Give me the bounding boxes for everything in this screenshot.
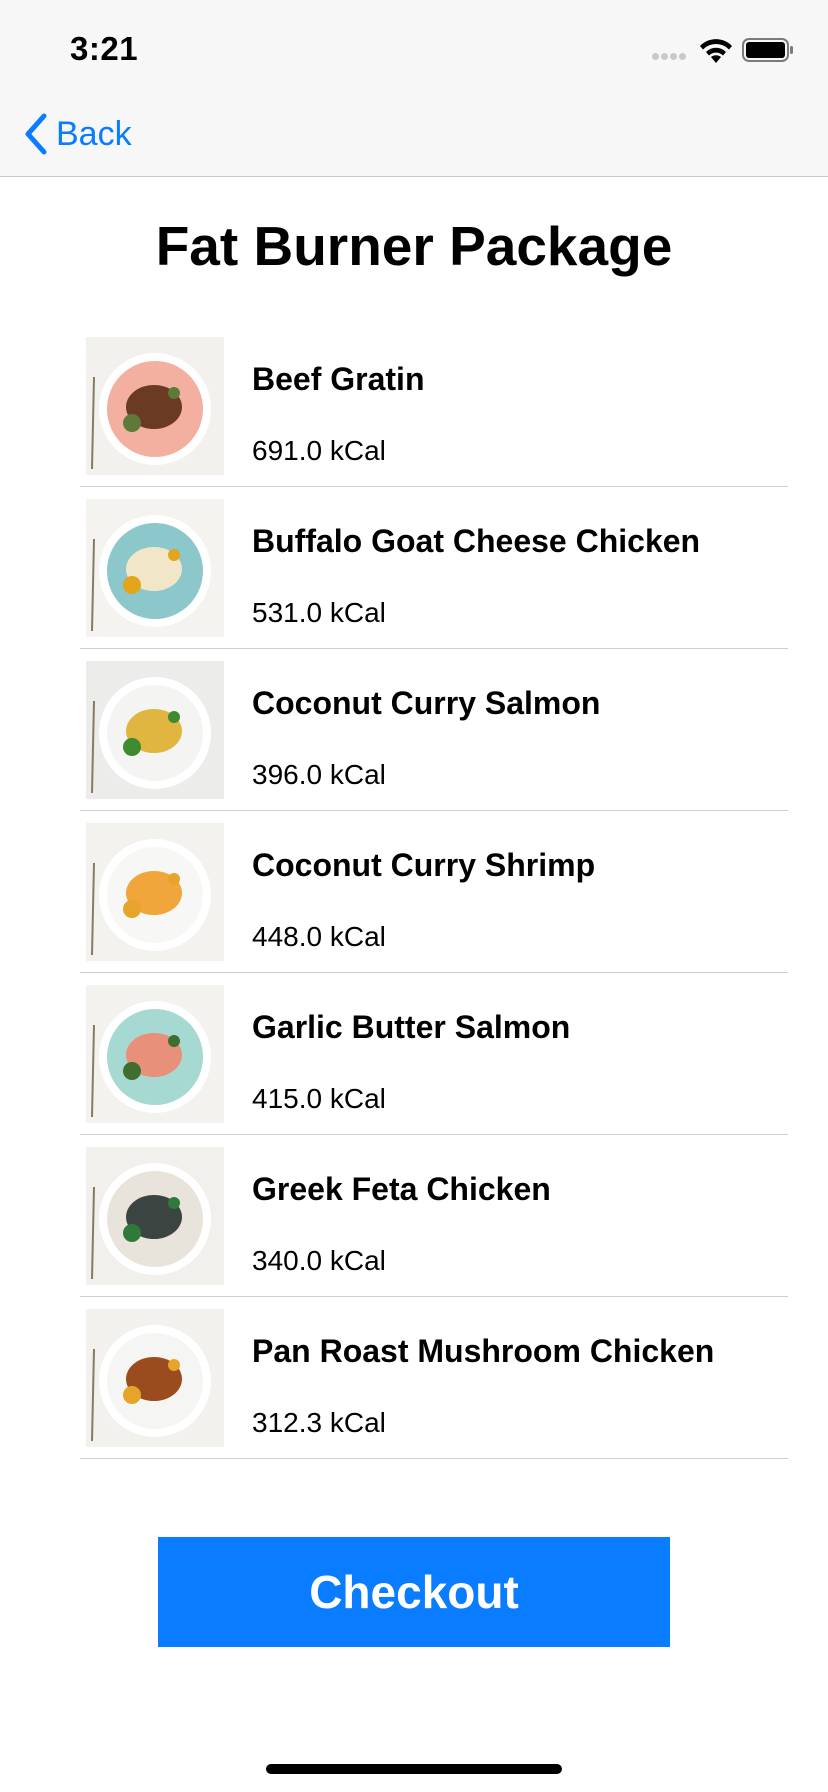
meal-calories: 531.0 kCal bbox=[252, 597, 386, 628]
meal-name: Pan Roast Mushroom Chicken bbox=[252, 1333, 715, 1369]
cellular-signal-icon bbox=[652, 53, 692, 63]
meal-row[interactable]: Coconut Curry Salmon 396.0 kCal bbox=[80, 649, 788, 811]
meal-name: Coconut Curry Salmon bbox=[252, 685, 601, 721]
meal-name: Buffalo Goat Cheese Chicken bbox=[252, 523, 701, 559]
meal-photo bbox=[86, 1309, 224, 1447]
meal-calories: 396.0 kCal bbox=[252, 759, 386, 790]
battery-icon bbox=[742, 38, 793, 62]
meal-name: Greek Feta Chicken bbox=[252, 1171, 551, 1207]
page-title: Fat Burner Package bbox=[155, 215, 673, 277]
meal-photo bbox=[86, 1147, 224, 1285]
checkout-button[interactable]: Checkout bbox=[158, 1537, 670, 1647]
meal-photo bbox=[86, 985, 224, 1123]
meal-calories: 691.0 kCal bbox=[252, 435, 386, 466]
meal-calories: 340.0 kCal bbox=[252, 1245, 386, 1276]
meal-photo bbox=[86, 337, 224, 475]
meal-row[interactable]: Pan Roast Mushroom Chicken 312.3 kCal bbox=[80, 1297, 788, 1459]
meal-list: Beef Gratin 691.0 kCal Buffalo Goat Chee… bbox=[80, 325, 788, 1459]
meal-calories: 312.3 kCal bbox=[252, 1407, 386, 1438]
meal-row[interactable]: Beef Gratin 691.0 kCal bbox=[80, 325, 788, 487]
meal-photo bbox=[86, 661, 224, 799]
meal-calories: 448.0 kCal bbox=[252, 921, 386, 952]
meal-name: Garlic Butter Salmon bbox=[252, 1009, 571, 1045]
back-label: Back bbox=[56, 114, 132, 153]
chevron-left-icon bbox=[25, 113, 47, 155]
back-button[interactable]: Back bbox=[22, 110, 132, 158]
meal-photo bbox=[86, 823, 224, 961]
navigation-bar: Back bbox=[0, 100, 828, 177]
meal-row[interactable]: Greek Feta Chicken 340.0 kCal bbox=[80, 1135, 788, 1297]
status-time: 3:21 bbox=[70, 30, 139, 67]
home-indicator bbox=[266, 1764, 562, 1774]
meal-photo bbox=[86, 499, 224, 637]
wifi-icon bbox=[700, 39, 732, 63]
meal-name: Beef Gratin bbox=[252, 361, 425, 397]
meal-name: Coconut Curry Shrimp bbox=[252, 847, 596, 883]
meal-row[interactable]: Buffalo Goat Cheese Chicken 531.0 kCal bbox=[80, 487, 788, 649]
meal-row[interactable]: Garlic Butter Salmon 415.0 kCal bbox=[80, 973, 788, 1135]
status-bar: 3:21 bbox=[0, 0, 828, 100]
meal-calories: 415.0 kCal bbox=[252, 1083, 386, 1114]
meal-row[interactable]: Coconut Curry Shrimp 448.0 kCal bbox=[80, 811, 788, 973]
